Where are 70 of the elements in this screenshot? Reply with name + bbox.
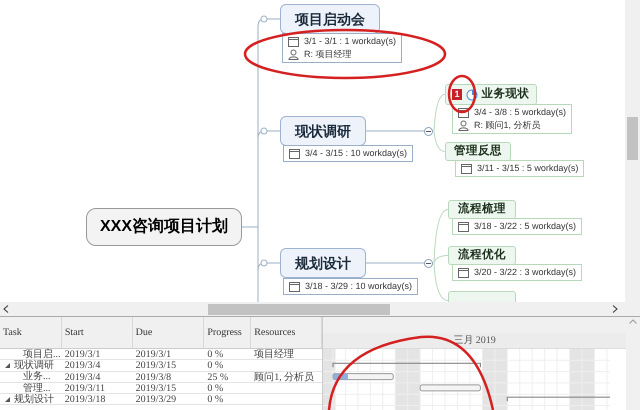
task-name: 管理... — [23, 382, 50, 394]
branch-topic[interactable]: 现状调研 — [280, 116, 366, 146]
start-date: 2019/3/11 — [64, 382, 105, 394]
start-date: 2019/3/4 — [64, 360, 100, 372]
progress-value: 25 % — [207, 372, 228, 383]
task-bar[interactable] — [420, 384, 481, 392]
subtopic[interactable]: 管理反思 — [445, 142, 511, 161]
person-icon — [458, 120, 469, 131]
calendar-icon — [458, 267, 469, 278]
column-header[interactable]: Progress — [204, 317, 252, 348]
column-header[interactable]: Start — [62, 317, 133, 348]
column-header[interactable]: Resources — [251, 317, 322, 348]
calendar-icon — [289, 148, 300, 159]
due-date: 2019/3/29 — [136, 394, 176, 406]
progress-value: 0 % — [207, 382, 224, 394]
calendar-icon — [288, 36, 299, 47]
summary-bar[interactable] — [332, 362, 481, 368]
start-date: 2019/3/4 — [64, 372, 100, 383]
column-header[interactable]: Due — [132, 317, 204, 348]
joint-circle — [260, 128, 268, 134]
start-date: 2019/3/1 — [64, 349, 100, 360]
start-date: 2019/3/18 — [64, 394, 106, 406]
collapse-toggle[interactable] — [424, 259, 433, 268]
resource-label: R: 顾问1, 分析员 — [474, 120, 541, 131]
column-header[interactable]: Task — [0, 317, 62, 348]
summary-bar[interactable] — [506, 396, 610, 401]
date-range: 3/1 - 3/1 : 1 workday(s) — [304, 36, 396, 47]
task-name: 业务... — [23, 371, 50, 382]
date-range: 3/4 - 3/8 : 5 workday(s) — [474, 107, 566, 118]
due-date: 2019/3/15 — [136, 360, 176, 372]
task-bar[interactable] — [332, 372, 394, 380]
person-icon — [288, 49, 299, 60]
calendar-icon — [461, 163, 472, 174]
date-range: 3/18 - 3/29 : 10 workday(s) — [305, 281, 412, 292]
connector-line — [366, 262, 424, 264]
progress-value: 0 % — [207, 360, 224, 372]
horizontal-scrollbar[interactable] — [0, 302, 640, 316]
progress-value: 0 % — [207, 349, 224, 360]
expand-triangle-icon[interactable] — [4, 362, 11, 369]
root-topic[interactable]: XXX咨询项目计划 — [86, 208, 242, 246]
vertical-scrollbar[interactable] — [625, 0, 640, 302]
subtopic[interactable]: 流程优化 — [448, 246, 516, 265]
date-range: 3/20 - 3/22 : 3 workday(s) — [474, 267, 576, 278]
calendar-icon — [458, 221, 469, 232]
date-range: 3/4 - 3/15 : 10 workday(s) — [305, 148, 408, 159]
date-range: 3/11 - 3/15 : 5 workday(s) — [477, 163, 578, 174]
expand-triangle-icon[interactable] — [4, 396, 11, 403]
collapse-toggle[interactable] — [424, 127, 433, 136]
progress-value: 0 % — [207, 394, 224, 406]
task-name: 项目启... — [23, 348, 60, 360]
branch-topic[interactable]: 规划设计 — [280, 248, 366, 278]
calendar-icon — [289, 281, 300, 292]
task-name: 现状调研 — [14, 360, 54, 371]
vertical-scrollbar[interactable] — [626, 317, 640, 410]
resource-label: R: 项目经理 — [304, 49, 352, 60]
subtopic[interactable]: 1 业务现状 — [445, 84, 537, 105]
date-range: 3/18 - 3/22 : 5 workday(s) — [474, 221, 576, 232]
resource-name: 项目经理 — [254, 349, 294, 360]
subtopic[interactable]: 流程梳理 — [448, 200, 516, 219]
joint-circle — [260, 16, 268, 22]
resource-name: 顾问1, 分析员 — [254, 372, 314, 383]
due-date: 2019/3/1 — [136, 349, 172, 360]
joint-circle — [260, 260, 268, 266]
scrollbar-thumb[interactable] — [627, 117, 638, 160]
due-date: 2019/3/8 — [136, 372, 172, 383]
task-name: 规划设计 — [14, 394, 54, 405]
due-date: 2019/3/15 — [136, 382, 176, 394]
connector-line — [366, 130, 424, 132]
priority-badge: 1 — [452, 89, 462, 100]
scrollbar-thumb[interactable] — [208, 304, 390, 314]
